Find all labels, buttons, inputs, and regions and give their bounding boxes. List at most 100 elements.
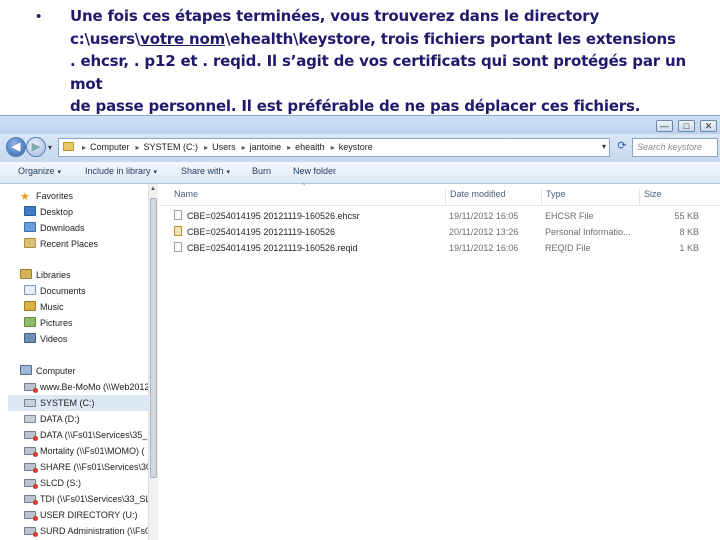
navigation-pane: ★ Favorites Desktop Downloads Recent Plac… — [0, 184, 158, 540]
nav-drive-data-d[interactable]: DATA (D:) — [24, 411, 148, 427]
chevron-down-icon: ▾ — [226, 169, 231, 176]
column-header-date[interactable]: Date modified — [445, 189, 543, 205]
include-in-library-menu[interactable]: Include in library ▾ — [85, 166, 157, 176]
file-size: 1 KB — [679, 243, 699, 253]
organize-menu[interactable]: Organize ▾ — [18, 166, 61, 176]
downloads-icon — [24, 222, 36, 232]
nav-favorites[interactable]: ★ Favorites — [20, 188, 168, 204]
chevron-right-icon[interactable]: ▸ — [331, 143, 335, 152]
path-prefix: c:\users\ — [70, 29, 141, 48]
network-drive-disconnected-icon — [24, 511, 38, 521]
address-dropdown-icon[interactable]: ▾ — [602, 142, 606, 151]
file-date: 20/11/2012 13:26 — [449, 227, 519, 237]
file-size: 8 KB — [679, 227, 699, 237]
file-name: CBE=0254014195 20121119-160526 — [187, 227, 336, 237]
network-drive-disconnected-icon — [24, 447, 38, 457]
breadcrumb-ehealth[interactable]: ehealth — [295, 142, 325, 152]
videos-icon — [24, 333, 36, 343]
chevron-right-icon[interactable]: ▸ — [136, 143, 140, 152]
file-row[interactable]: CBE=0254014195 20121119-160526 20/11/201… — [159, 224, 720, 240]
slide-line-2: c:\users\votre nom\ehealth\keystore, tro… — [70, 28, 710, 51]
network-drive-disconnected-icon — [24, 463, 38, 473]
file-type: Personal Informatio... — [545, 227, 631, 237]
recent-pages-dropdown[interactable]: ▾ — [48, 143, 52, 152]
nav-drive-tdi[interactable]: TDI (\\Fs01\Services\33_SL — [24, 491, 148, 507]
nav-scrollbar[interactable]: ▲ — [148, 184, 158, 540]
nav-drive-share[interactable]: SHARE (\\Fs01\Services\30 — [24, 459, 148, 475]
chevron-down-icon: ▾ — [153, 169, 158, 176]
file-type: REQID File — [545, 243, 591, 253]
file-name: CBE=0254014195 20121119-160526.ehcsr — [187, 211, 360, 221]
chevron-right-icon[interactable]: ▸ — [242, 143, 246, 152]
nav-libraries[interactable]: Libraries — [20, 267, 168, 283]
nav-computer[interactable]: Computer — [20, 363, 168, 379]
bullet-point: • — [36, 8, 42, 25]
command-bar: Organize ▾ Include in library ▾ Share with… — [0, 162, 720, 184]
nav-drive-surd[interactable]: SURD Administration (\\Fs0 — [24, 523, 148, 539]
nav-drive-mortality[interactable]: Mortality (\\Fs01\MOMO) ( — [24, 443, 148, 459]
system-drive-icon — [24, 399, 36, 407]
network-drive-disconnected-icon — [24, 431, 38, 441]
path-suffix: \ehealth\keystore, trois fichiers portan… — [225, 29, 676, 48]
slide-line-3: . ehcsr, . p12 et . reqid. Il s’agit de … — [70, 52, 686, 93]
burn-button[interactable]: Burn — [252, 166, 271, 176]
libraries-icon — [20, 269, 32, 279]
share-label: Share with — [181, 166, 224, 176]
file-icon — [174, 210, 182, 220]
network-drive-disconnected-icon — [24, 383, 38, 393]
chevron-down-icon: ▾ — [57, 169, 62, 176]
file-list-pane: ^ Name Date modified Type Size CBE=02540… — [159, 183, 720, 540]
refresh-icon[interactable]: ⟳ — [614, 139, 630, 156]
organize-label: Organize — [18, 166, 55, 176]
chevron-right-icon[interactable]: ▸ — [287, 143, 291, 152]
column-header-type[interactable]: Type — [541, 189, 639, 205]
title-bar: — □ ✕ — [0, 116, 720, 134]
file-row[interactable]: CBE=0254014195 20121119-160526.ehcsr 19/… — [159, 208, 720, 224]
breadcrumb-keystore[interactable]: keystore — [339, 142, 373, 152]
include-label: Include in library — [85, 166, 151, 176]
search-input[interactable]: Search keystore — [632, 138, 718, 157]
network-drive-disconnected-icon — [24, 479, 38, 489]
file-type: EHCSR File — [545, 211, 594, 221]
file-icon — [174, 242, 182, 252]
scroll-up-icon[interactable]: ▲ — [150, 186, 156, 192]
nav-drive-data-fs01[interactable]: DATA (\\Fs01\Services\35_ — [24, 427, 148, 443]
music-icon — [24, 301, 36, 311]
new-folder-button[interactable]: New folder — [293, 166, 336, 176]
nav-drive-web2012[interactable]: www.Be-MoMo (\\Web2012 — [24, 379, 148, 395]
path-username: votre nom — [140, 29, 226, 48]
breadcrumb-users[interactable]: Users — [212, 142, 236, 152]
chevron-right-icon: ▸ — [82, 143, 87, 152]
maximize-button[interactable]: □ — [678, 120, 695, 132]
pictures-icon — [24, 317, 36, 327]
file-date: 19/11/2012 16:06 — [449, 243, 519, 253]
nav-drive-slcd[interactable]: SLCD (S:) — [24, 475, 148, 491]
forward-button[interactable]: ▶ — [26, 137, 46, 157]
minimize-button[interactable]: — — [656, 120, 673, 132]
breadcrumb-system-c[interactable]: SYSTEM (C:) — [144, 142, 199, 152]
documents-icon — [24, 285, 36, 295]
nav-scrollbar-thumb[interactable] — [150, 198, 157, 478]
file-name: CBE=0254014195 20121119-160526.reqid — [187, 243, 358, 253]
breadcrumb-jantoine[interactable]: jantoine — [250, 142, 282, 152]
computer-icon — [20, 365, 32, 375]
address-bar-row: ◀ ▶ ▾ ▸ Computer ▸ SYSTEM (C:) ▸ Users ▸ jantoi… — [0, 134, 720, 162]
share-with-menu[interactable]: Share with ▾ — [181, 166, 230, 176]
network-drive-disconnected-icon — [24, 495, 38, 505]
file-date: 19/11/2012 16:05 — [449, 211, 519, 221]
file-row[interactable]: CBE=0254014195 20121119-160526.reqid 19/… — [159, 240, 720, 256]
address-field[interactable]: ▸ Computer ▸ SYSTEM (C:) ▸ Users ▸ jantoine ▸ ehe… — [58, 138, 610, 157]
chevron-right-icon[interactable]: ▸ — [204, 143, 208, 152]
slide-text-block: • Une fois ces étapes terminées, vous tr… — [0, 0, 720, 115]
back-button[interactable]: ◀ — [6, 137, 26, 157]
file-size: 55 KB — [674, 211, 699, 221]
star-icon: ★ — [20, 191, 30, 203]
column-header-row: ^ Name Date modified Type Size — [159, 183, 720, 206]
column-header-name[interactable]: Name — [174, 189, 444, 205]
breadcrumb-computer[interactable]: Computer — [90, 142, 130, 152]
column-header-size[interactable]: Size — [639, 189, 699, 205]
close-button[interactable]: ✕ — [700, 120, 717, 132]
nav-drive-user-directory[interactable]: USER DIRECTORY (U:) — [24, 507, 148, 523]
slide-paragraph: Une fois ces étapes terminées, vous trou… — [70, 5, 710, 118]
nav-drive-system-c[interactable]: SYSTEM (C:) — [8, 395, 148, 411]
